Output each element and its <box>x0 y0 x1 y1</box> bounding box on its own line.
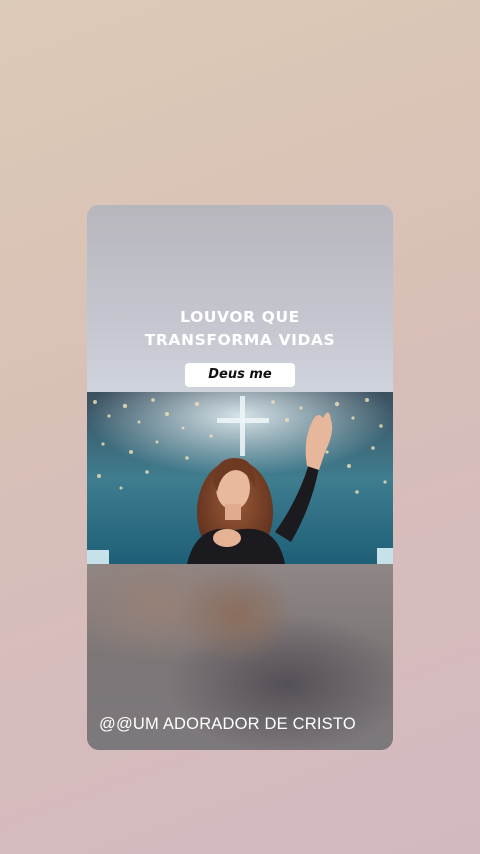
story-card[interactable]: LOUVOR QUE TRANSFORMA VIDAS Deus me acho… <box>87 205 393 750</box>
worship-singer-image <box>87 392 393 564</box>
worship-photo[interactable] <box>87 392 393 564</box>
story-header-area: LOUVOR QUE TRANSFORMA VIDAS Deus me acho… <box>87 205 393 406</box>
account-handle: @@UM ADORADOR DE CRISTO <box>99 715 356 733</box>
song-title-tag: Deus me achou <box>185 363 295 406</box>
headline-line-2: TRANSFORMA VIDAS <box>144 331 336 349</box>
headline-line-1: LOUVOR QUE <box>180 308 300 326</box>
story-footer-area: @@UM ADORADOR DE CRISTO <box>87 564 393 750</box>
